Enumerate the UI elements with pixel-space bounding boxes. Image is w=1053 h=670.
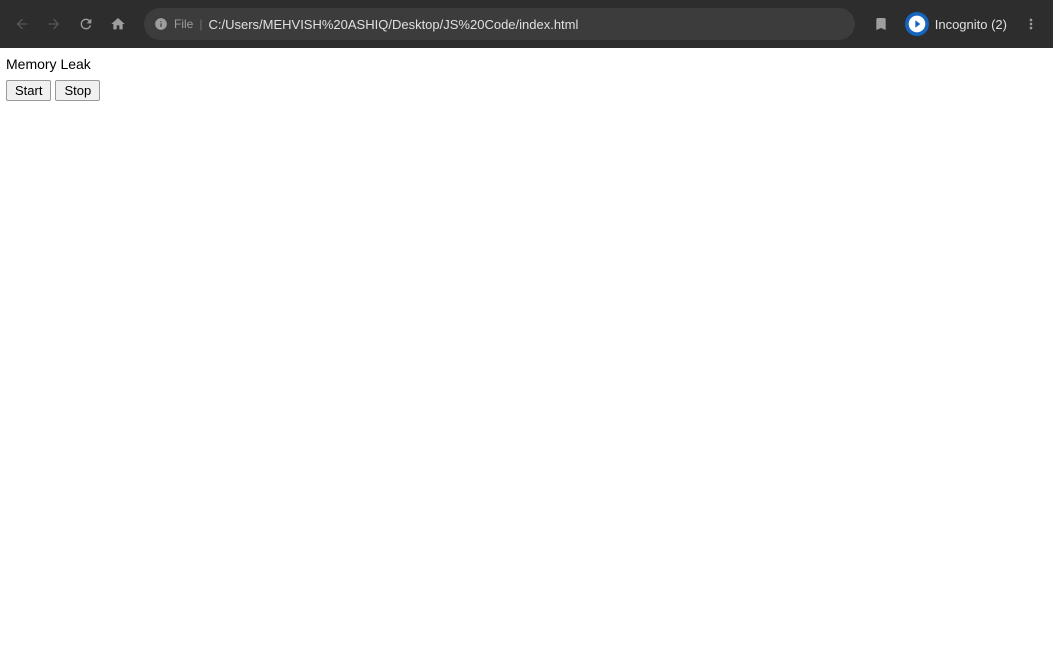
reload-button[interactable] — [72, 10, 100, 38]
page-title: Memory Leak — [6, 56, 1047, 72]
profile-button[interactable]: Incognito (2) — [899, 10, 1013, 38]
address-separator: | — [199, 17, 202, 31]
button-row: Start Stop — [6, 80, 1047, 101]
home-button[interactable] — [104, 10, 132, 38]
bookmark-button[interactable] — [867, 10, 895, 38]
address-bar[interactable]: File | C:/Users/MEHVISH%20ASHIQ/Desktop/… — [144, 8, 855, 40]
nav-buttons — [8, 10, 132, 38]
back-button[interactable] — [8, 10, 36, 38]
right-controls: Incognito (2) — [867, 10, 1045, 38]
file-label: File — [174, 17, 193, 31]
avatar — [905, 12, 929, 36]
browser-toolbar: File | C:/Users/MEHVISH%20ASHIQ/Desktop/… — [0, 0, 1053, 48]
profile-label: Incognito (2) — [935, 17, 1007, 32]
info-icon — [154, 17, 168, 31]
address-text: C:/Users/MEHVISH%20ASHIQ/Desktop/JS%20Co… — [208, 17, 844, 32]
menu-button[interactable] — [1017, 10, 1045, 38]
stop-button[interactable]: Stop — [55, 80, 100, 101]
start-button[interactable]: Start — [6, 80, 51, 101]
forward-button[interactable] — [40, 10, 68, 38]
page-content: Memory Leak Start Stop — [0, 48, 1053, 670]
